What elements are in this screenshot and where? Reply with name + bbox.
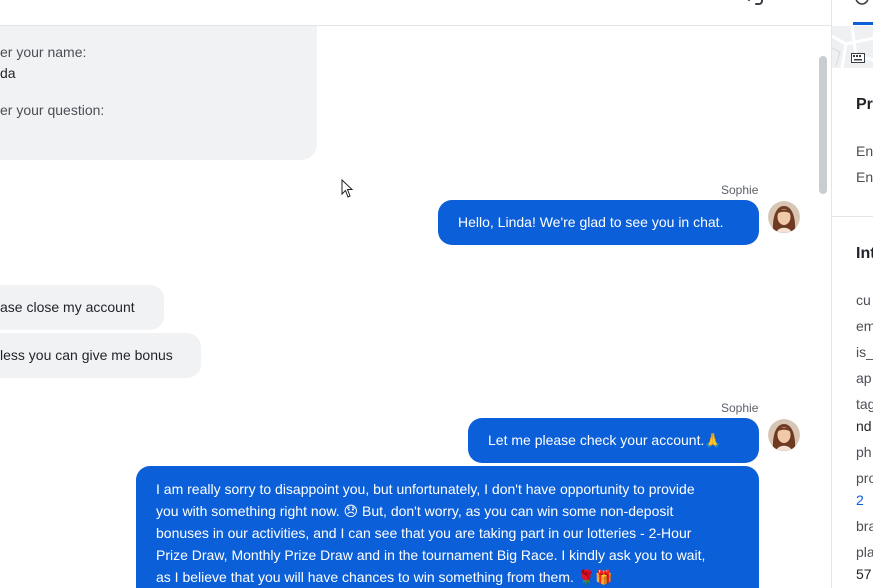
field-label: pro [856, 470, 873, 486]
message-line: you with something right now. 😞 But, don… [156, 503, 674, 519]
field-label: pla [856, 544, 873, 560]
agent-avatar [768, 201, 800, 233]
active-tab-indicator [853, 22, 873, 25]
field-value-link[interactable]: 2 [856, 492, 864, 508]
message-bubble-agent: Let me please check your account.🙏 [468, 418, 759, 463]
chat-scrollbar[interactable] [819, 56, 827, 194]
name-label: er your name: [0, 44, 87, 60]
message-line: Prize Draw, Monthly Prize Draw and in th… [156, 547, 706, 563]
message-line: bonuses in our activities, and I can see… [156, 525, 692, 541]
message-bubble-visitor: less you can give me bonus [0, 333, 201, 378]
sender-name: Sophie [721, 183, 759, 197]
message-text: Hello, Linda! We're glad to see you in c… [458, 214, 724, 230]
field-label: tag [856, 396, 873, 412]
message-text: less you can give me bonus [0, 347, 173, 363]
visitor-location-map[interactable] [832, 25, 873, 69]
field-label: cu [856, 292, 871, 308]
chat-conversation: er your name: da er your question: Sophi… [0, 26, 831, 588]
mouse-cursor-icon [341, 179, 354, 198]
field-value: nd [856, 418, 872, 434]
visitor-info-panel: Pr En En Int cu em is_ ap tag nd ph pro … [831, 0, 873, 588]
message-line: I am really sorry to disappoint you, but… [156, 481, 695, 497]
field-value: 57 [856, 566, 872, 582]
question-label: er your question: [0, 102, 105, 118]
name-value: da [0, 65, 16, 81]
message-text: Let me please check your account.🙏 [488, 432, 722, 448]
field-label: is_ [856, 344, 873, 360]
field-label: em [856, 318, 873, 334]
message-bubble-agent-long: I am really sorry to disappoint you, but… [136, 466, 759, 588]
message-line: as I believe that you will have chances … [156, 569, 613, 585]
field-label: ph [856, 444, 872, 460]
keyboard-icon [851, 53, 865, 63]
panel-item: En [856, 143, 873, 159]
chat-header [0, 0, 831, 26]
panel-item: En [856, 169, 873, 185]
message-bubble-agent: Hello, Linda! We're glad to see you in c… [438, 200, 759, 245]
panel-divider [832, 216, 873, 217]
field-label: bra [856, 518, 873, 534]
globe-icon[interactable] [852, 0, 872, 6]
agent-avatar [768, 419, 800, 451]
message-text: ase close my account [0, 299, 135, 315]
link-icon[interactable] [746, 0, 764, 6]
panel-section-title: Pr [856, 96, 873, 113]
field-label: ap [856, 370, 872, 386]
panel-section-title: Int [856, 245, 873, 262]
prechat-form-bubble: er your name: da er your question: [0, 26, 317, 160]
sender-name: Sophie [721, 401, 759, 415]
message-bubble-visitor: ase close my account [0, 285, 164, 330]
